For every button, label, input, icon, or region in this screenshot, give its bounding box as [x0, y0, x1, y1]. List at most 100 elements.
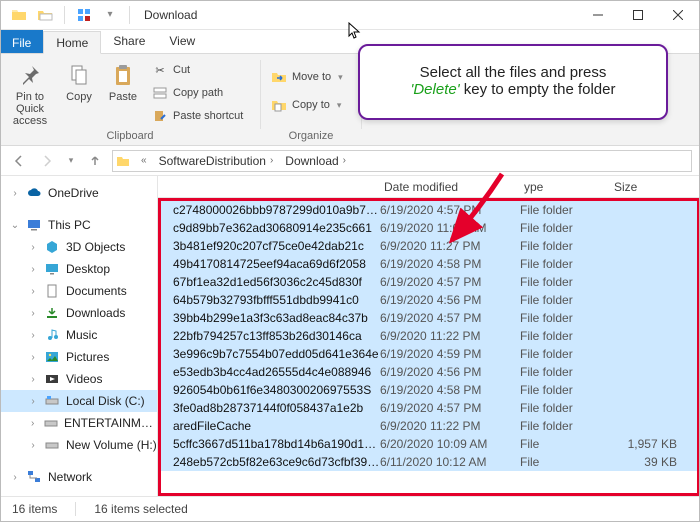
pin-quick-access-button[interactable]: Pin to Quick access: [6, 58, 54, 127]
nav-videos[interactable]: ›Videos: [0, 368, 157, 390]
scissors-icon: ✂: [152, 62, 168, 78]
cell-type: File folder: [520, 203, 610, 217]
network-icon: [26, 469, 42, 485]
qa-customize-icon[interactable]: ▾: [99, 4, 121, 26]
nav-entertainment[interactable]: ›ENTERTAINMENT: [0, 412, 157, 434]
table-row[interactable]: 5cffc3667d511ba178bd14b6a190d1c74...6/20…: [161, 435, 697, 453]
qa-open-icon[interactable]: [34, 4, 56, 26]
table-row[interactable]: 22bfb794257c13ff853b26d30146ca6/9/2020 1…: [161, 327, 697, 345]
file-list[interactable]: c2748000026bbb9787299d010a9b725a6/19/202…: [158, 198, 700, 496]
mouse-cursor-icon: [348, 22, 362, 45]
close-button[interactable]: [658, 0, 698, 30]
cell-name: 3fe0ad8b28737144f0f058437a1e2b: [169, 401, 380, 415]
cell-type: File folder: [520, 347, 610, 361]
nav-thispc[interactable]: ⌄This PC: [0, 214, 157, 236]
up-button[interactable]: [84, 150, 106, 172]
table-row[interactable]: 49b4170814725eef94aca69d6f20586/19/2020 …: [161, 255, 697, 273]
cell-name: 3b481ef920c207cf75ce0e42dab21c: [169, 239, 380, 253]
column-headers[interactable]: Date modified ype Size: [158, 176, 700, 198]
cell-type: File folder: [520, 275, 610, 289]
table-row[interactable]: 3fe0ad8b28737144f0f058437a1e2b6/19/2020 …: [161, 399, 697, 417]
tab-share[interactable]: Share: [101, 30, 157, 53]
table-row[interactable]: aredFileCache6/9/2020 11:22 PMFile folde…: [161, 417, 697, 435]
move-to-button[interactable]: Move to▾: [267, 66, 347, 88]
table-row[interactable]: e53edb3b4cc4ad26555d4c4e0889466/19/2020 …: [161, 363, 697, 381]
copy-path-button[interactable]: Copy path: [148, 83, 247, 103]
cell-type: File: [520, 455, 610, 469]
nav-documents[interactable]: ›Documents: [0, 280, 157, 302]
address-root-icon[interactable]: [113, 154, 133, 168]
table-row[interactable]: 67bf1ea32d1ed56f3036c2c45d830f6/19/2020 …: [161, 273, 697, 291]
copy-to-button[interactable]: Copy to▾: [267, 94, 345, 116]
tab-view[interactable]: View: [157, 30, 207, 53]
table-row[interactable]: c2748000026bbb9787299d010a9b725a6/19/202…: [161, 201, 697, 219]
cell-date: 6/19/2020 4:56 PM: [380, 365, 520, 379]
cell-name: 39bb4b299e1a3f3c63ad8eac84c37b: [169, 311, 380, 325]
col-header-type[interactable]: ype: [524, 180, 614, 194]
cell-type: File folder: [520, 239, 610, 253]
nav-localdisk[interactable]: ›Local Disk (C:): [0, 390, 157, 412]
cell-date: 6/19/2020 4:59 PM: [380, 347, 520, 361]
cell-type: File folder: [520, 365, 610, 379]
nav-network[interactable]: ›Network: [0, 466, 157, 488]
cell-name: c9d89bb7e362ad30680914e235c661: [169, 221, 380, 235]
cut-button[interactable]: ✂Cut: [148, 60, 247, 80]
drive-icon: [44, 393, 60, 409]
status-selected-count: 16 items selected: [94, 502, 187, 516]
cell-type: File folder: [520, 383, 610, 397]
col-header-size[interactable]: Size: [614, 180, 700, 194]
table-row[interactable]: 3b481ef920c207cf75ce0e42dab21c6/9/2020 1…: [161, 237, 697, 255]
cell-type: File folder: [520, 257, 610, 271]
cell-type: File folder: [520, 401, 610, 415]
table-row[interactable]: 39bb4b299e1a3f3c63ad8eac84c37b6/19/2020 …: [161, 309, 697, 327]
paste-shortcut-icon: [152, 108, 168, 124]
table-row[interactable]: 64b579b32793fbfff551dbdb9941c06/19/2020 …: [161, 291, 697, 309]
table-row[interactable]: c9d89bb7e362ad30680914e235c6616/19/2020 …: [161, 219, 697, 237]
tab-home[interactable]: Home: [43, 31, 101, 54]
nav-downloads[interactable]: ›Downloads: [0, 302, 157, 324]
cell-size: 1,957 KB: [610, 437, 697, 451]
status-item-count: 16 items: [12, 502, 57, 516]
tab-file[interactable]: File: [0, 30, 43, 53]
nav-newvolume[interactable]: ›New Volume (H:): [0, 434, 157, 456]
table-row[interactable]: 926054b0b61f6e348030020697553S6/19/2020 …: [161, 381, 697, 399]
table-row[interactable]: 3e996c9b7c7554b07edd05d641e364e6/19/2020…: [161, 345, 697, 363]
recent-button[interactable]: ▾: [64, 150, 78, 172]
paste-button[interactable]: Paste: [104, 58, 142, 103]
maximize-button[interactable]: [618, 0, 658, 30]
nav-desktop[interactable]: ›Desktop: [0, 258, 157, 280]
back-button[interactable]: [8, 150, 30, 172]
cell-date: 6/19/2020 4:57 PM: [380, 275, 520, 289]
breadcrumb-seg-1[interactable]: SoftwareDistribution›: [155, 151, 282, 171]
cell-date: 6/9/2020 11:22 PM: [380, 329, 520, 343]
qa-properties-icon[interactable]: [73, 4, 95, 26]
copy-button[interactable]: Copy: [60, 58, 98, 103]
pc-icon: [26, 217, 42, 233]
nav-pictures[interactable]: ›Pictures: [0, 346, 157, 368]
forward-button[interactable]: [36, 150, 58, 172]
navigation-pane[interactable]: ›OneDrive ⌄This PC ›3D Objects ›Desktop …: [0, 176, 158, 496]
cell-type: File folder: [520, 221, 610, 235]
desktop-icon: [44, 261, 60, 277]
paste-shortcut-button[interactable]: Paste shortcut: [148, 106, 247, 126]
move-to-icon: [271, 69, 287, 85]
table-row[interactable]: 248eb572cb5f82e63ce9c6d73cfbf39b10...6/1…: [161, 453, 697, 471]
cell-type: File folder: [520, 293, 610, 307]
copy-path-icon: [152, 85, 168, 101]
cell-date: 6/19/2020 4:58 PM: [380, 383, 520, 397]
main-area: ›OneDrive ⌄This PC ›3D Objects ›Desktop …: [0, 176, 700, 496]
address-bar[interactable]: « SoftwareDistribution› Download›: [112, 150, 692, 172]
cell-date: 6/19/2020 4:57 PM: [380, 311, 520, 325]
nav-3dobjects[interactable]: ›3D Objects: [0, 236, 157, 258]
cell-name: 248eb572cb5f82e63ce9c6d73cfbf39b10...: [169, 455, 380, 469]
cell-size: 39 KB: [610, 455, 697, 469]
cell-date: 6/19/2020 4:58 PM: [380, 257, 520, 271]
nav-onedrive[interactable]: ›OneDrive: [0, 182, 157, 204]
copy-to-icon: [271, 97, 287, 113]
breadcrumb-seg-2[interactable]: Download›: [281, 151, 354, 171]
cell-date: 6/11/2020 10:12 AM: [380, 455, 520, 469]
cell-name: 22bfb794257c13ff853b26d30146ca: [169, 329, 380, 343]
paste-icon: [109, 61, 137, 89]
nav-music[interactable]: ›Music: [0, 324, 157, 346]
minimize-button[interactable]: [578, 0, 618, 30]
